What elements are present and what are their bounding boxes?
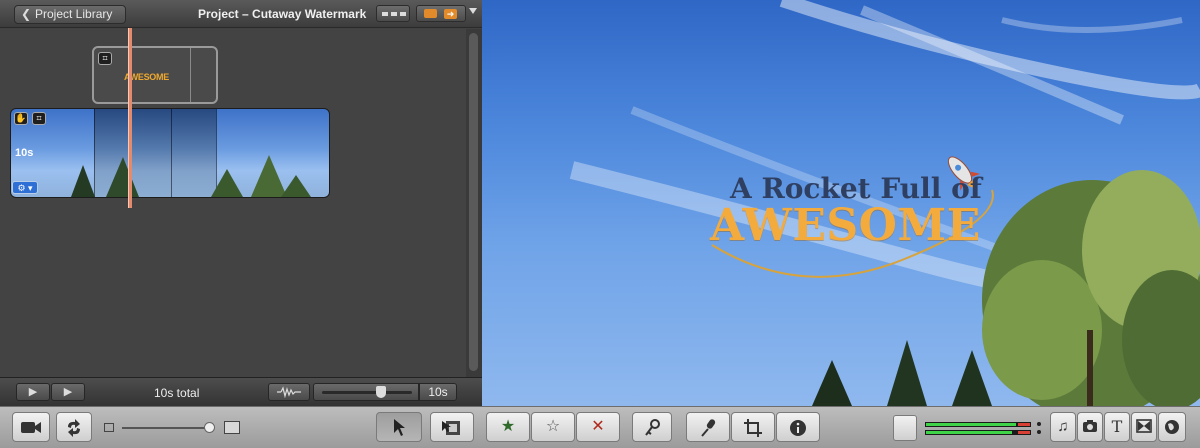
project-footer: ▶ ▶ 10s total 10s — [0, 377, 482, 406]
project-library-label: Project Library — [35, 7, 113, 21]
favorite-star-icon: ★ — [500, 418, 516, 435]
slider-track — [122, 427, 214, 429]
view-toggle-icon — [400, 12, 406, 16]
music-browser-button[interactable]: ♫ — [1050, 412, 1076, 442]
photo-browser-button[interactable] — [1077, 412, 1103, 442]
titles-browser-button[interactable]: T — [1104, 412, 1130, 442]
microphone-icon — [701, 419, 716, 437]
share-button[interactable]: ➜ — [416, 5, 466, 22]
mark-favorite-button[interactable]: ★ — [486, 412, 530, 442]
keyword-button[interactable] — [632, 412, 672, 442]
playhead[interactable] — [128, 28, 132, 208]
video-clip[interactable]: ✋ ⌗ 10s ⚙ ▾ — [10, 108, 330, 198]
share-icon: ➜ — [444, 9, 457, 19]
share-menu-caret[interactable] — [469, 8, 477, 14]
audio-level-meter — [893, 415, 1043, 441]
swap-events-projects-button[interactable] — [56, 412, 92, 442]
tree-thumbnail — [71, 155, 311, 197]
inspector-button[interactable] — [776, 412, 820, 442]
info-icon — [790, 420, 806, 436]
play-button[interactable]: ▶ — [51, 383, 85, 401]
viewer: A Rocket Full of AWESOME — [482, 0, 1200, 406]
unmark-button[interactable]: ☆ — [531, 412, 575, 442]
view-toggle-icon — [391, 12, 397, 16]
waveform-icon[interactable] — [893, 415, 917, 441]
crop-badge-icon[interactable]: ⌗ — [32, 112, 46, 125]
reject-button[interactable]: ✕ — [576, 412, 620, 442]
music-note-icon: ♫ — [1057, 418, 1069, 435]
left-channel-level — [925, 422, 1031, 427]
crop-badge-icon[interactable]: ⌗ — [98, 52, 112, 65]
map-globe-icon — [1165, 420, 1179, 434]
keyword-key-icon — [645, 419, 660, 436]
add-to-project-button[interactable] — [430, 412, 474, 442]
cutaway-clip[interactable]: ⌗ AWESOME — [92, 46, 218, 104]
clip-indicator — [1037, 430, 1041, 434]
clip-indicator — [1037, 422, 1041, 426]
camera-icon — [21, 422, 41, 433]
add-to-project-icon — [442, 421, 460, 435]
slider-knob[interactable] — [376, 386, 386, 398]
hand-tool-icon[interactable]: ✋ — [14, 112, 28, 125]
transitions-browser-button[interactable] — [1131, 412, 1157, 442]
transition-icon — [1136, 419, 1152, 433]
reject-x-icon: ✕ — [591, 418, 605, 435]
camera-import-button[interactable] — [12, 412, 50, 442]
comment-icon — [424, 9, 437, 18]
arrow-pointer-icon — [394, 419, 405, 436]
large-thumbnail-icon — [224, 421, 240, 434]
unmark-star-icon: ☆ — [545, 418, 561, 435]
audio-waveform-button[interactable] — [268, 383, 310, 401]
right-channel-level — [925, 430, 1031, 435]
clip-action-menu[interactable]: ⚙ ▾ — [12, 181, 38, 194]
project-timeline[interactable] — [0, 29, 466, 377]
watermark-title-line2: AWESOME — [710, 200, 981, 251]
crop-button[interactable] — [731, 412, 775, 442]
voiceover-button[interactable] — [686, 412, 730, 442]
view-toggle-icon — [382, 12, 388, 16]
bottom-toolbar: ★ ☆ ✕ ♫ T — [0, 406, 1200, 448]
swap-icon — [68, 419, 80, 437]
thumbnail-zoom-slider[interactable] — [313, 383, 419, 401]
waveform-icon — [277, 386, 301, 399]
vertical-scrollbar[interactable] — [466, 29, 482, 377]
clip-size-slider[interactable] — [104, 421, 244, 435]
clip-divider — [190, 48, 191, 102]
slider-track — [322, 391, 412, 394]
title-text-icon: T — [1111, 417, 1123, 436]
small-thumbnail-icon — [104, 423, 114, 432]
project-title: Project – Cutaway Watermark — [198, 7, 367, 21]
slider-knob[interactable] — [204, 422, 215, 433]
photo-camera-icon — [1083, 420, 1097, 432]
play-full-screen-button[interactable]: ▶ — [16, 383, 50, 401]
view-toggle-button[interactable] — [376, 5, 410, 22]
total-duration: 10s total — [154, 386, 200, 400]
project-header: ❮ Project Library Project – Cutaway Wate… — [0, 0, 482, 28]
maps-browser-button[interactable] — [1158, 412, 1186, 442]
crop-icon — [744, 419, 762, 437]
scrollbar-thumb[interactable] — [469, 33, 478, 371]
project-library-button[interactable]: ❮ Project Library — [14, 5, 126, 24]
select-tool-button[interactable] — [376, 412, 422, 442]
zoom-duration-value: 10s — [419, 383, 457, 401]
clip-duration: 10s — [15, 147, 34, 159]
chevron-left-icon: ❮ — [21, 7, 32, 21]
project-pane: ❮ Project Library Project – Cutaway Wate… — [0, 0, 482, 406]
